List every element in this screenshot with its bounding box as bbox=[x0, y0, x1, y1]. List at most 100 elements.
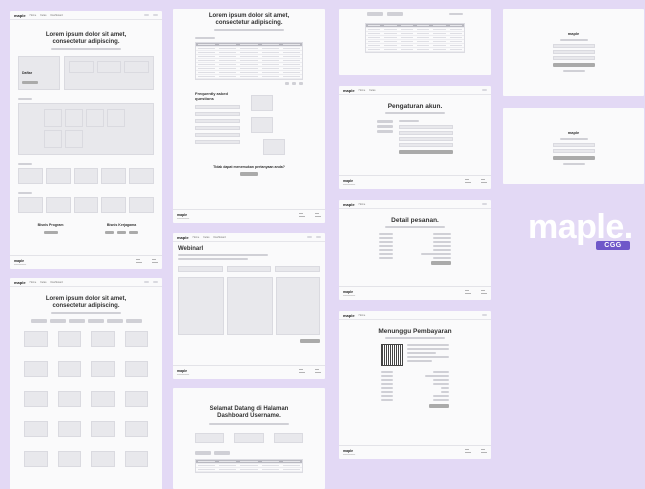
class-card[interactable] bbox=[91, 360, 115, 377]
filter-chip[interactable] bbox=[68, 318, 85, 323]
faq-heading: Frequently asked questions bbox=[195, 90, 228, 101]
nav-item-kelas[interactable]: Kelas bbox=[40, 281, 46, 284]
settings-tab[interactable] bbox=[377, 130, 393, 134]
nav-item-dashboard[interactable]: Dashboard bbox=[214, 236, 226, 239]
brand-logo[interactable]: maple bbox=[343, 202, 355, 207]
navbar: maple Home Kelas Dashboard bbox=[173, 233, 325, 242]
page-title: Webinarl bbox=[178, 246, 204, 252]
filter-chip[interactable] bbox=[30, 318, 47, 323]
faq-item[interactable] bbox=[195, 111, 240, 116]
image-placeholder bbox=[96, 60, 122, 73]
save-button[interactable] bbox=[399, 150, 453, 155]
tab[interactable] bbox=[214, 450, 230, 455]
class-card[interactable] bbox=[124, 330, 148, 347]
class-card[interactable] bbox=[57, 330, 81, 347]
class-card[interactable] bbox=[91, 390, 115, 407]
nav-item-dashboard[interactable]: Dashboard bbox=[51, 281, 63, 284]
summary-panel bbox=[276, 277, 320, 335]
nav-item-home[interactable]: Home bbox=[30, 281, 37, 284]
class-card[interactable] bbox=[57, 450, 81, 467]
nav-item-home[interactable]: Home bbox=[359, 314, 366, 317]
nav-item-home[interactable]: Home bbox=[30, 14, 37, 17]
nav-item-home[interactable]: Home bbox=[193, 236, 200, 239]
class-card[interactable] bbox=[91, 450, 115, 467]
page-title: Pengaturan akun. bbox=[387, 103, 443, 110]
settings-tab[interactable] bbox=[377, 125, 393, 129]
program-button-left[interactable] bbox=[43, 230, 58, 234]
faq-item[interactable] bbox=[195, 104, 240, 109]
password-field[interactable] bbox=[552, 149, 595, 153]
email-field[interactable] bbox=[399, 131, 453, 136]
email-field[interactable] bbox=[552, 143, 595, 147]
nav-item-home[interactable]: Home bbox=[359, 203, 366, 206]
password-field[interactable] bbox=[399, 143, 453, 148]
filter-chip[interactable] bbox=[87, 318, 104, 323]
hero-button[interactable] bbox=[22, 80, 38, 84]
pay-button[interactable] bbox=[431, 261, 451, 266]
phone-field[interactable] bbox=[399, 137, 453, 142]
faq-item[interactable] bbox=[195, 132, 240, 137]
maple-logo: maple. CGG bbox=[528, 210, 633, 250]
settings-tab[interactable] bbox=[377, 120, 393, 124]
filter-chip[interactable] bbox=[49, 318, 66, 323]
nav-item-kelas[interactable]: Kelas bbox=[203, 236, 209, 239]
tab-active[interactable] bbox=[195, 450, 211, 455]
class-card[interactable] bbox=[24, 330, 48, 347]
class-card[interactable] bbox=[57, 420, 81, 437]
faq-item[interactable] bbox=[195, 125, 240, 130]
signup-button[interactable] bbox=[153, 14, 158, 16]
class-card[interactable] bbox=[124, 360, 148, 377]
class-card[interactable] bbox=[24, 390, 48, 407]
register-button[interactable] bbox=[552, 156, 595, 160]
class-card[interactable] bbox=[57, 390, 81, 407]
brand-logo[interactable]: maple bbox=[14, 280, 26, 285]
search-input[interactable] bbox=[178, 266, 223, 272]
nav-item-home[interactable]: Home bbox=[359, 89, 366, 92]
class-card[interactable] bbox=[91, 420, 115, 437]
schedule-table bbox=[195, 41, 303, 80]
brand-logo[interactable]: maple bbox=[343, 313, 355, 318]
password-field[interactable] bbox=[552, 50, 595, 54]
filter-chip[interactable] bbox=[125, 318, 142, 323]
class-card[interactable] bbox=[24, 420, 48, 437]
email-field[interactable] bbox=[552, 44, 595, 48]
navbar: maple Home Kelas Dashboard bbox=[10, 11, 162, 20]
brand-logo[interactable]: maple bbox=[177, 235, 189, 240]
filter-select[interactable] bbox=[226, 266, 272, 272]
sort-select[interactable] bbox=[275, 266, 321, 272]
page-title: Lorem ipsum dolor sit amet, consectetur … bbox=[45, 32, 127, 45]
class-card[interactable] bbox=[124, 390, 148, 407]
class-card[interactable] bbox=[91, 330, 115, 347]
footer: maple ━━━━━━━━━━ ▬▬ ▬▬▬ ▬▬ ▬▬▬ bbox=[339, 445, 491, 459]
page-title: Detail pesanan. bbox=[391, 217, 439, 224]
login-button[interactable] bbox=[552, 63, 595, 67]
nav-item-kelas[interactable]: Kelas bbox=[40, 14, 46, 17]
class-card[interactable] bbox=[57, 360, 81, 377]
hero-label: Daftar bbox=[22, 70, 33, 75]
filter-chip[interactable] bbox=[106, 318, 123, 323]
image-placeholder bbox=[124, 60, 150, 73]
class-card[interactable] bbox=[124, 450, 148, 467]
screen-dashboard: Selamat Datang di Halaman Dashboard User… bbox=[173, 388, 325, 489]
page-title: Menunggu Pembayaran bbox=[378, 328, 452, 335]
footer-brand: maple bbox=[177, 369, 188, 373]
class-card[interactable] bbox=[124, 420, 148, 437]
class-card[interactable] bbox=[24, 450, 48, 467]
faq-item[interactable] bbox=[195, 118, 240, 123]
class-card[interactable] bbox=[24, 360, 48, 377]
confirm-field[interactable] bbox=[552, 56, 595, 60]
name-field[interactable] bbox=[399, 125, 453, 130]
brand-logo[interactable]: maple bbox=[14, 13, 26, 18]
confirm-payment-button[interactable] bbox=[429, 404, 449, 409]
hero-card: Daftar bbox=[18, 55, 60, 90]
contact-button[interactable] bbox=[240, 171, 258, 176]
navbar: maple Home bbox=[339, 200, 491, 209]
brand-logo[interactable]: maple bbox=[343, 88, 355, 93]
nav-item-dashboard[interactable]: Dashboard bbox=[51, 14, 63, 17]
login-button[interactable] bbox=[144, 14, 149, 16]
checkout-button[interactable] bbox=[300, 339, 320, 343]
screen-settings: maple Home Kelas Pengaturan akun. maple ━… bbox=[339, 86, 491, 189]
navbar: maple Home bbox=[339, 311, 491, 320]
nav-item-kelas[interactable]: Kelas bbox=[369, 89, 375, 92]
faq-item[interactable] bbox=[195, 139, 240, 144]
